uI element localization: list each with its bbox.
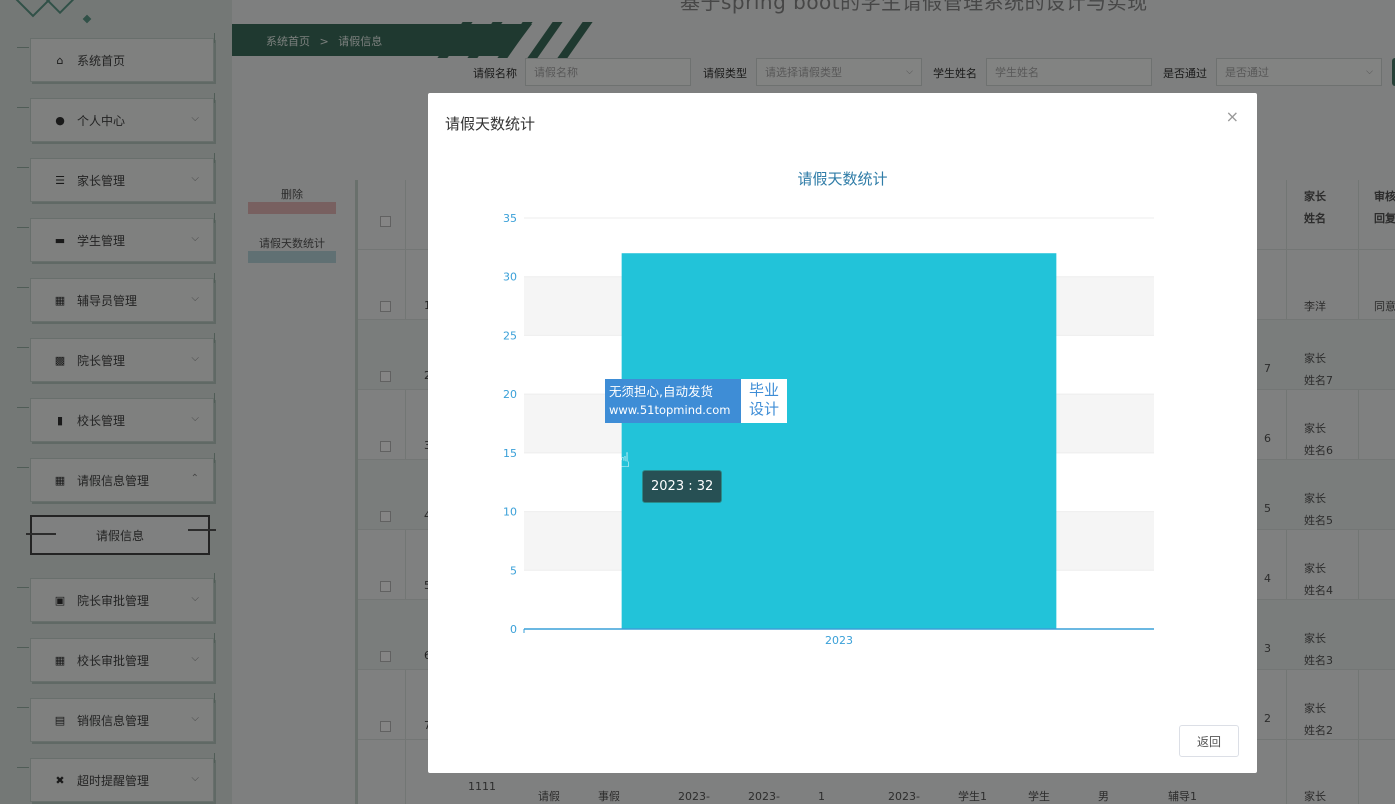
watermark-right2: 设计	[748, 400, 779, 418]
watermark-badge: 无须担心,自动发货 www.51topmind.com 毕业 设计	[605, 379, 787, 423]
bar	[621, 253, 1057, 629]
y-tick-label: 5	[510, 564, 517, 577]
stats-dialog: 请假天数统计 × 请假天数统计 0 5 10 15 20 25 30 35 2023 返回	[428, 93, 1257, 773]
y-tick-label: 20	[503, 388, 517, 401]
y-tick-label: 10	[503, 506, 517, 519]
y-tick-label: 15	[503, 447, 517, 460]
x-tick-label: 2023	[825, 634, 853, 647]
watermark-right1: 毕业	[748, 381, 779, 399]
leave-days-chart: 0 5 10 15 20 25 30 35 2023	[503, 212, 1154, 647]
y-tick-label: 25	[503, 329, 517, 342]
hand-cursor-icon: ☝	[618, 448, 631, 472]
watermark-line1: 无须担心,自动发货	[609, 384, 713, 399]
return-button[interactable]: 返回	[1179, 725, 1239, 757]
y-tick-label: 35	[503, 212, 517, 225]
y-tick-label: 30	[503, 271, 517, 284]
y-tick-label: 0	[510, 623, 517, 636]
watermark-url: www.51topmind.com	[609, 403, 731, 417]
chart-tooltip: 2023 : 32	[642, 470, 723, 503]
